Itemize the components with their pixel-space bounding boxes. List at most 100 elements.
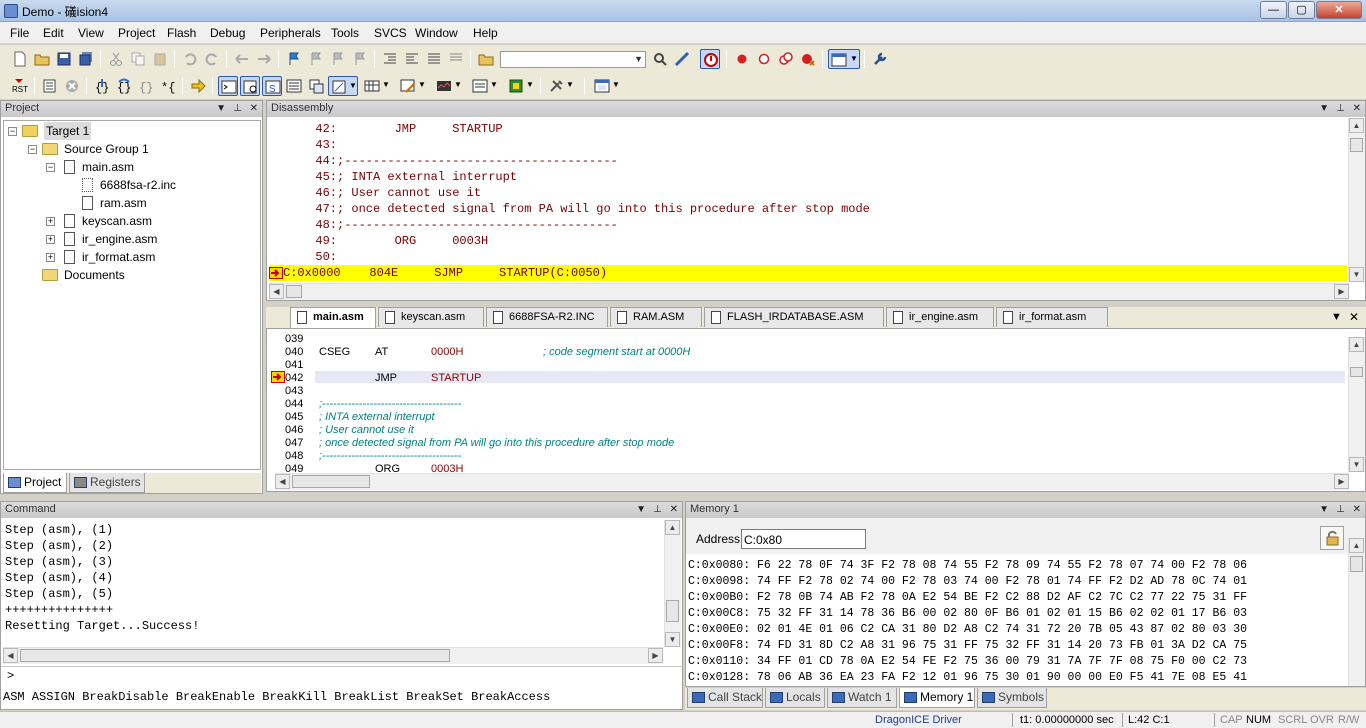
tab-6688fsa-inc[interactable]: 6688FSA-R2.INC [486, 307, 608, 327]
tab-locals[interactable]: Locals [765, 688, 825, 708]
indent-icon[interactable] [380, 49, 400, 69]
expand-icon[interactable]: + [46, 235, 55, 244]
stop-icon[interactable] [62, 76, 82, 96]
command-vscroll[interactable]: ▲ ▼ [664, 520, 681, 647]
pane-menu-icon[interactable]: ▼ [216, 101, 226, 116]
reset-cpu-icon[interactable]: RST [10, 76, 30, 96]
disasm-line[interactable]: 43: [281, 137, 337, 153]
memory-row[interactable]: C:0x00B0: F2 78 0B 74 AB F2 78 0A E2 54 … [688, 590, 1247, 606]
run-icon[interactable] [40, 76, 60, 96]
command-window-icon[interactable] [218, 76, 238, 96]
close-button[interactable]: ✕ [1316, 1, 1362, 19]
maximize-button[interactable]: ▢ [1288, 1, 1315, 19]
pane-menu-icon[interactable]: ▼ [1319, 502, 1329, 517]
close-icon[interactable]: ✕ [1353, 101, 1361, 116]
disable-breakpoints-icon[interactable] [776, 49, 796, 69]
command-input[interactable]: > [1, 666, 682, 686]
address-input[interactable]: C:0x80 [741, 529, 866, 549]
scroll-thumb[interactable] [286, 285, 302, 298]
memory-row[interactable]: C:0x0080: F6 22 78 0F 74 3F F2 78 08 74 … [688, 558, 1247, 574]
editor-vscroll[interactable]: ▲ ▼ [1348, 337, 1365, 472]
scroll-up-icon[interactable]: ▲ [665, 520, 680, 535]
disasm-line[interactable]: 46:; User cannot use it [281, 185, 481, 201]
menu-help[interactable]: Help [473, 26, 498, 40]
find-icon[interactable] [650, 49, 670, 69]
tab-ir-engine-asm[interactable]: ir_engine.asm [886, 307, 994, 327]
collapse-icon[interactable]: − [46, 163, 55, 172]
editor-line[interactable]: 041 [267, 359, 1347, 372]
run-to-cursor-icon[interactable]: *{} [158, 76, 178, 96]
menu-file[interactable]: File [10, 26, 29, 40]
disasm-line[interactable]: 47:; once detected signal from PA will g… [281, 201, 870, 217]
disasm-line[interactable]: 49: ORG 0003H [281, 233, 488, 249]
scroll-down-icon[interactable]: ▼ [665, 632, 680, 647]
scroll-thumb[interactable] [666, 600, 679, 622]
undo-icon[interactable] [180, 49, 200, 69]
expand-icon[interactable]: + [46, 253, 55, 262]
editor-hscroll[interactable]: ◀ ▶ [275, 473, 1349, 490]
tab-call-stack[interactable]: Call Stack [687, 688, 763, 708]
pin-icon[interactable]: ⊥ [1336, 502, 1345, 517]
current-instruction-row[interactable]: C:0x0000 804E SJMP STARTUP(C:0050) [269, 265, 1347, 281]
editor-line[interactable]: 046 ; User cannot use it [267, 424, 1347, 437]
save-all-icon[interactable] [76, 49, 96, 69]
debug-session-icon[interactable] [700, 49, 720, 69]
menu-peripherals[interactable]: Peripherals [260, 26, 321, 40]
tab-registers[interactable]: Registers [69, 473, 145, 493]
memory-row[interactable]: C:0x00C8: 75 32 FF 31 14 78 36 B6 00 02 … [688, 606, 1247, 622]
minimize-button[interactable]: — [1260, 1, 1287, 19]
lock-icon[interactable] [1320, 526, 1344, 550]
menu-tools[interactable]: Tools [331, 26, 359, 40]
debug-windows-icon[interactable]: ▼ [592, 76, 622, 96]
toolbox-icon[interactable]: ▼ [546, 76, 576, 96]
pin-icon[interactable]: ⊥ [233, 101, 242, 116]
menu-edit[interactable]: Edit [43, 26, 64, 40]
windows-menu-icon[interactable]: ▼ [828, 49, 860, 69]
system-viewer-icon[interactable]: ▼ [506, 76, 536, 96]
tree-item-documents[interactable]: Documents [42, 266, 258, 284]
memory-row[interactable]: C:0x00F8: 74 FD 31 8D C2 A8 31 96 75 31 … [688, 638, 1247, 654]
editor-line[interactable]: 040 CSEG AT 0000H ; code segment start at 00… [267, 346, 1347, 359]
tab-watch-1[interactable]: Watch 1 [827, 688, 897, 708]
scroll-right-icon[interactable]: ▶ [1334, 474, 1349, 489]
save-icon[interactable] [54, 49, 74, 69]
tab-flash-irdatabase[interactable]: FLASH_IRDATABASE.ASM [704, 307, 884, 327]
scroll-left-icon[interactable]: ◀ [275, 474, 290, 489]
scroll-down-icon[interactable]: ▼ [1349, 457, 1364, 472]
scroll-thumb[interactable] [20, 649, 450, 662]
expand-icon[interactable]: + [46, 217, 55, 226]
menu-debug[interactable]: Debug [210, 26, 245, 40]
enable-breakpoint-icon[interactable] [754, 49, 774, 69]
insert-breakpoint-icon[interactable] [732, 49, 752, 69]
memory-row[interactable]: C:0x0110: 34 FF 01 CD 78 0A E2 54 FE F2 … [688, 654, 1247, 670]
scroll-down-icon[interactable]: ▼ [1349, 267, 1364, 282]
scroll-right-icon[interactable]: ▶ [1334, 284, 1349, 299]
close-icon[interactable]: ✕ [250, 101, 258, 116]
paste-icon[interactable] [150, 49, 170, 69]
tree-item-main-asm[interactable]: − main.asm [46, 158, 258, 176]
trace-window-icon[interactable]: ▼ [470, 76, 500, 96]
scroll-thumb[interactable] [1350, 556, 1363, 572]
tree-item-target[interactable]: − Target 1 [8, 122, 258, 140]
collapse-icon[interactable]: − [8, 127, 17, 136]
step-over-icon[interactable]: {} [114, 76, 134, 96]
menu-view[interactable]: View [78, 26, 104, 40]
disasm-line[interactable]: 45:; INTA external interrupt [281, 169, 517, 185]
nav-forward-icon[interactable] [254, 49, 274, 69]
tab-ram-asm[interactable]: RAM.ASM [610, 307, 702, 327]
call-stack-window-icon[interactable] [306, 76, 326, 96]
editor-line[interactable]: 042 JMP STARTUP [267, 372, 1347, 385]
editor-line[interactable]: 039 [267, 333, 1347, 346]
scroll-thumb[interactable] [1350, 138, 1363, 152]
copy-icon[interactable] [128, 49, 148, 69]
step-into-icon[interactable]: {} [92, 76, 112, 96]
close-icon[interactable]: ✕ [670, 502, 678, 517]
menu-project[interactable]: Project [118, 26, 155, 40]
tree-item-source-group[interactable]: − Source Group 1 [28, 140, 258, 158]
tab-project[interactable]: Project [3, 473, 67, 493]
editor-line[interactable]: 048 ;------------------------------------… [267, 450, 1347, 463]
find-combo[interactable]: ▼ [500, 51, 646, 68]
close-icon[interactable]: ✕ [1353, 502, 1361, 517]
redo-icon[interactable] [202, 49, 222, 69]
menu-svcs[interactable]: SVCS [374, 26, 407, 40]
